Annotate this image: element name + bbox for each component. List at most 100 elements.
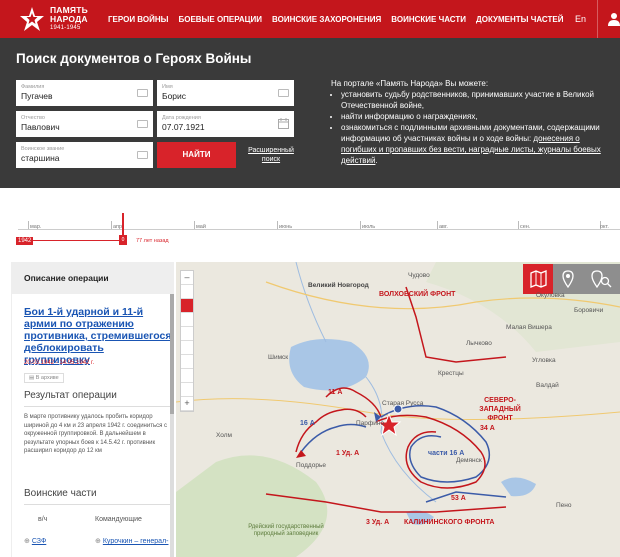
timeline-ago-label: 77 лет назад xyxy=(136,238,169,244)
language-switch[interactable]: En xyxy=(575,14,586,24)
nav-unit-documents[interactable]: ДОКУМЕНТЫ ЧАСТЕЙ xyxy=(476,15,563,24)
map-place-label: Угловка xyxy=(532,357,556,364)
map-place-label: Лычково xyxy=(466,340,492,347)
portal-info: На портале «Память Народа» Вы можете: ус… xyxy=(331,78,606,166)
timeline-month: авг. xyxy=(439,224,448,230)
info-item: ознакомиться с подлинными архивными доку… xyxy=(341,122,606,166)
keyboard-icon[interactable] xyxy=(137,89,148,97)
timeline-month: окт. xyxy=(600,224,609,230)
map-canvas xyxy=(176,262,620,557)
commander-link[interactable]: ⊕ Курочкин – генерал- xyxy=(95,537,168,545)
nav-heroes[interactable]: ГЕРОИ ВОЙНЫ xyxy=(108,15,168,24)
army-label: 34 А xyxy=(480,425,495,432)
map-icon xyxy=(530,270,547,288)
front-label: ВОЛХОВСКИЙ ФРОНТ xyxy=(379,291,456,298)
zoom-level[interactable] xyxy=(181,383,193,397)
map-place-label: Парфино xyxy=(356,420,385,427)
zoom-in-button[interactable]: – xyxy=(181,271,193,285)
search-location-button[interactable] xyxy=(583,264,620,294)
map-place-label: Поддорье xyxy=(296,462,326,469)
col-unit-header: в/ч xyxy=(38,516,48,523)
keyboard-icon[interactable] xyxy=(278,89,289,97)
map-layer-button[interactable] xyxy=(523,264,553,294)
zoom-level[interactable] xyxy=(181,313,193,327)
timeline-month: июль xyxy=(362,224,376,230)
table-row[interactable]: ⊕ СЗФ xyxy=(24,537,46,545)
map-view[interactable]: – + Великий Новгород Чудово Малая Вишера… xyxy=(176,262,620,557)
zoom-level[interactable] xyxy=(181,369,193,383)
name-field[interactable]: Имя Борис xyxy=(157,80,294,106)
timeline-month: май xyxy=(196,224,206,230)
units-title: Воинские части xyxy=(24,488,97,499)
zoom-level[interactable] xyxy=(181,285,193,299)
calendar-icon[interactable] xyxy=(278,118,289,129)
archive-badge[interactable]: ▤ В архиве xyxy=(24,373,64,383)
plus-icon: ⊕ xyxy=(24,538,30,545)
timeline[interactable]: мар. апр. май июнь июль авг. сен. окт. 1… xyxy=(0,188,620,260)
timeline-tick xyxy=(437,221,438,229)
army-label: 53 А xyxy=(451,495,466,502)
pin-icon xyxy=(562,270,574,289)
map-place-label: Холм xyxy=(216,432,232,439)
nav-units[interactable]: ВОИНСКИЕ ЧАСТИ xyxy=(391,15,466,24)
site-logo[interactable]: ПАМЯТЬ НАРОДА 1941-1945 xyxy=(0,0,108,38)
nav-operations[interactable]: БОЕВЫЕ ОПЕРАЦИИ xyxy=(178,15,262,24)
surname-field[interactable]: Фамилия Пугачев xyxy=(16,80,153,106)
folder-icon: ▤ xyxy=(29,375,35,381)
logo-text: ПАМЯТЬ НАРОДА 1941-1945 xyxy=(50,4,88,31)
timeline-cursor[interactable] xyxy=(122,213,124,235)
search-section: Поиск документов о Героях Войны Фамилия … xyxy=(0,38,620,188)
user-icon[interactable] xyxy=(608,12,620,26)
patronymic-field[interactable]: Отчество Павлович xyxy=(16,111,153,137)
nav-burials[interactable]: ВОИНСКИЕ ЗАХОРОНЕНИЯ xyxy=(272,15,381,24)
panel-header: Описание операции xyxy=(12,262,174,294)
rank-field[interactable]: Воинское звание старшина xyxy=(16,142,153,168)
birthdate-field[interactable]: Дата рождения 07.07.1921 xyxy=(157,111,294,137)
zoom-level[interactable] xyxy=(181,327,193,341)
zoom-out-button[interactable]: + xyxy=(181,397,193,411)
top-nav: ПАМЯТЬ НАРОДА 1941-1945 ГЕРОИ ВОЙНЫ БОЕВ… xyxy=(0,0,620,38)
location-button[interactable] xyxy=(553,264,583,294)
zoom-level[interactable] xyxy=(181,355,193,369)
timeline-month: сен. xyxy=(520,224,531,230)
main-menu: ГЕРОИ ВОЙНЫ БОЕВЫЕ ОПЕРАЦИИ ВОИНСКИЕ ЗАХ… xyxy=(108,15,573,24)
map-place-label: Малая Вишера xyxy=(506,324,552,331)
result-title: Результат операции xyxy=(24,390,117,401)
advanced-search-link[interactable]: Расширенный поиск xyxy=(247,146,295,164)
timeline-tick xyxy=(111,221,112,229)
scrollbar-thumb[interactable] xyxy=(170,294,174,414)
star-logo-icon xyxy=(20,7,44,31)
result-text: В марте противнику удалось пробить корид… xyxy=(24,414,168,454)
search-title: Поиск документов о Героях Войны xyxy=(16,51,252,66)
divider xyxy=(24,406,172,407)
operation-panel: Описание операции Бои 1-й ударной и 11-й… xyxy=(11,262,174,557)
timeline-range xyxy=(18,240,122,241)
map-place-label: Старая Русса xyxy=(382,400,424,407)
zoom-level-active[interactable] xyxy=(181,299,193,313)
army-label: 3 Уд. А xyxy=(366,519,390,526)
info-item: установить судьбу родственников, принима… xyxy=(341,89,606,111)
operation-title-link[interactable]: Бои 1-й ударной и 11-й армии по отражени… xyxy=(24,306,172,366)
timeline-tick xyxy=(518,221,519,229)
map-place-label: Боровичи xyxy=(574,307,604,314)
timeline-month: мар. xyxy=(30,224,42,230)
map-place-label: Валдай xyxy=(536,382,559,389)
find-button[interactable]: НАЙТИ xyxy=(157,142,236,168)
reserve-label: Рдейский государственный природный запов… xyxy=(248,524,324,537)
info-item: найти информацию о награждениях, xyxy=(341,111,606,122)
timeline-year: 1942 xyxy=(16,237,34,245)
keyboard-icon[interactable] xyxy=(137,120,148,128)
map-place-label: Пено xyxy=(556,502,572,509)
zoom-level[interactable] xyxy=(181,341,193,355)
col-commanders-header: Командующие xyxy=(95,516,142,523)
map-place-label: Окуловка xyxy=(536,292,565,299)
army-label: части 16 А xyxy=(428,450,465,457)
keyboard-icon[interactable] xyxy=(137,151,148,159)
timeline-tick xyxy=(277,221,278,229)
divider xyxy=(24,504,172,505)
army-label: 11 А xyxy=(328,389,343,396)
map-place-label: Демянск xyxy=(456,457,482,464)
timeline-handle[interactable]: 0 xyxy=(119,235,127,245)
map-zoom-control: – + xyxy=(180,270,194,412)
timeline-tick xyxy=(360,221,361,229)
